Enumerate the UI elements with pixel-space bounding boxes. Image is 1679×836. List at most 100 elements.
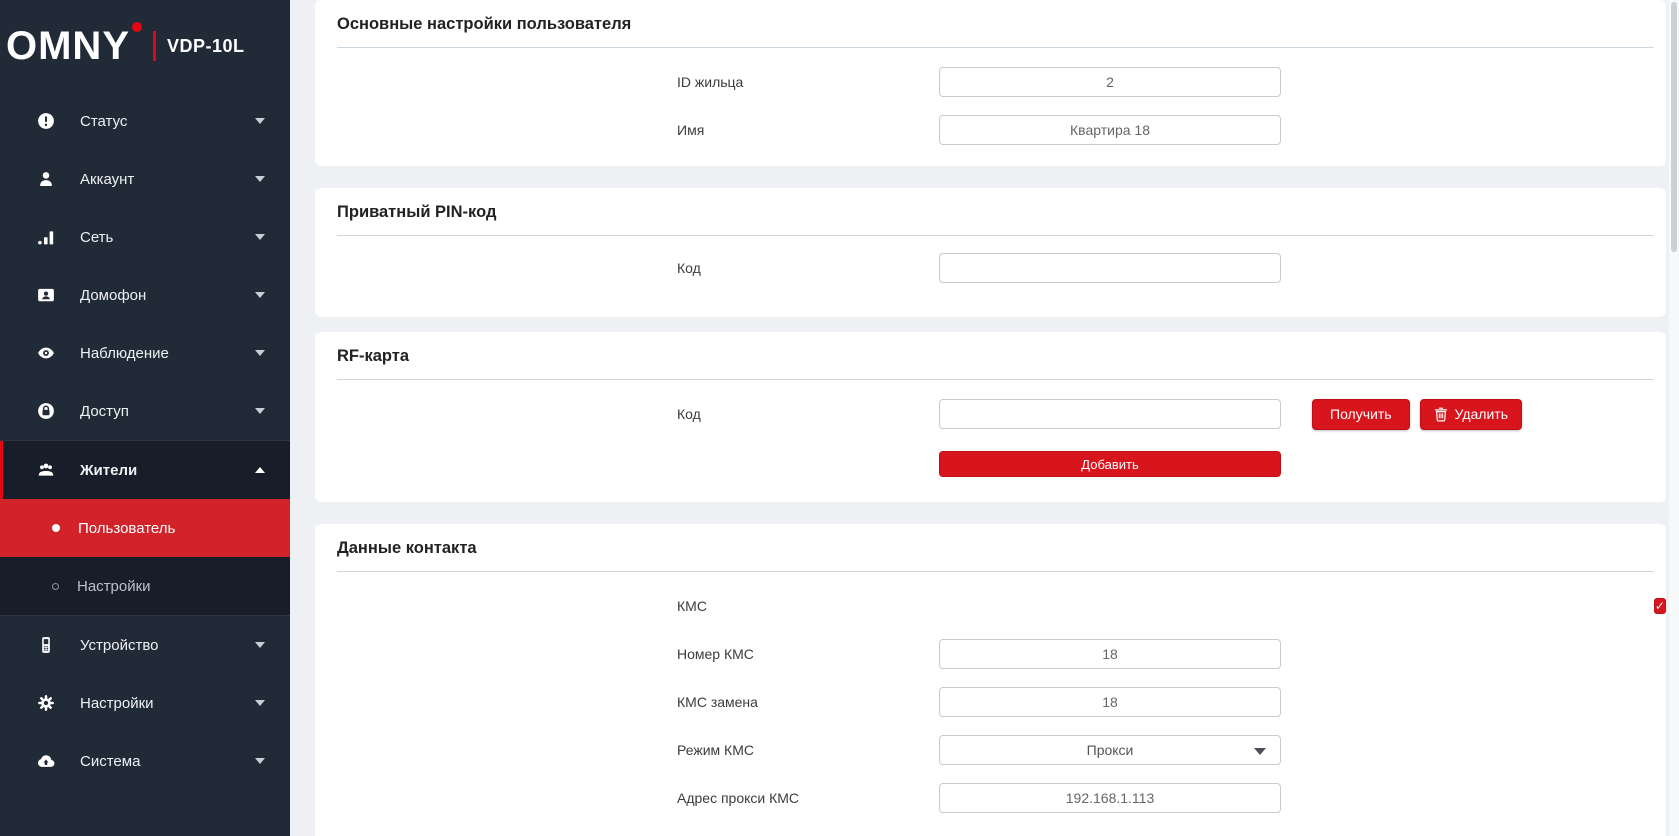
chevron-down-icon — [255, 700, 265, 706]
bullet-hollow-icon — [52, 583, 59, 590]
status-icon — [36, 111, 56, 131]
form-row-kms-proxy: Адрес прокси КМС — [315, 774, 1666, 822]
sidebar-item-status[interactable]: Статус — [0, 92, 290, 150]
resident-id-input[interactable] — [939, 67, 1281, 97]
form-row-rf-code: Код Получить Удалить — [315, 390, 1666, 438]
sidebar-item-settings[interactable]: Настройки — [0, 674, 290, 732]
delete-card-label: Удалить — [1455, 406, 1508, 422]
add-card-button[interactable]: Добавить — [939, 451, 1281, 477]
sidebar-item-device[interactable]: Устройство — [0, 616, 290, 674]
residents-icon — [36, 460, 56, 480]
form-row-kms-number: Номер КМС — [315, 630, 1666, 678]
sidebar-item-surveillance[interactable]: Наблюдение — [0, 324, 290, 382]
chevron-down-icon — [255, 176, 265, 182]
sidebar-item-label: Устройство — [80, 637, 158, 654]
sidebar-item-access[interactable]: Доступ — [0, 382, 290, 440]
field-label: Номер КМС — [677, 646, 939, 662]
sidebar-item-intercom[interactable]: Домофон — [0, 266, 290, 324]
trash-icon — [1434, 407, 1448, 422]
page-scrollbar[interactable] — [1669, 0, 1679, 836]
sidebar-item-residents[interactable]: Жители — [0, 441, 290, 499]
form-row-kms-replace: КМС замена — [315, 678, 1666, 726]
sidebar-item-label: Наблюдение — [80, 345, 169, 362]
kms-replace-input[interactable] — [939, 687, 1281, 717]
field-label: КМС — [677, 598, 867, 614]
brand-logo: OMNY VDP-10L — [0, 0, 290, 92]
chevron-down-icon — [255, 118, 265, 124]
field-label: КМС замена — [677, 694, 939, 710]
chevron-down-icon — [255, 642, 265, 648]
delete-card-button[interactable]: Удалить — [1420, 399, 1522, 430]
checkmark-icon: ✓ — [1655, 599, 1665, 613]
field-label: Режим КМС — [677, 742, 939, 758]
brand-red-dot-icon — [132, 22, 142, 32]
chevron-down-icon — [255, 292, 265, 298]
chevron-down-icon — [255, 234, 265, 240]
sidebar-subitem-label: Настройки — [77, 578, 151, 595]
form-row-pin-code: Код — [315, 244, 1666, 292]
system-cloud-icon — [36, 751, 56, 771]
sidebar-item-label: Статус — [80, 113, 127, 130]
kms-proxy-address-input[interactable] — [939, 783, 1281, 813]
form-row-name: Имя — [315, 106, 1666, 154]
get-card-button[interactable]: Получить — [1312, 399, 1410, 430]
sidebar-item-label: Аккаунт — [80, 171, 134, 188]
access-icon — [36, 401, 56, 421]
kms-mode-select[interactable]: Прокси — [939, 735, 1281, 765]
pin-code-input[interactable] — [939, 253, 1281, 283]
main-content: Основные настройки пользователя ID жильц… — [290, 0, 1679, 836]
intercom-icon — [36, 285, 56, 305]
brand-name-text: OMNY — [6, 24, 130, 68]
name-input[interactable] — [939, 115, 1281, 145]
sidebar-item-account[interactable]: Аккаунт — [0, 150, 290, 208]
sidebar: OMNY VDP-10L Статус Аккаунт Сеть — [0, 0, 290, 836]
section-contact-data: Данные контакта КМС ✓ Номер КМС КМС заме… — [315, 524, 1666, 836]
sidebar-group-residents: Жители Пользователь Настройки — [0, 440, 290, 616]
section-title: RF-карта — [315, 332, 1666, 379]
sidebar-subitem-user[interactable]: Пользователь — [0, 499, 290, 557]
bullet-filled-icon — [52, 524, 60, 532]
section-title: Основные настройки пользователя — [315, 0, 1666, 47]
kms-number-input[interactable] — [939, 639, 1281, 669]
form-row-kms-mode: Режим КМС Прокси — [315, 726, 1666, 774]
section-basic-settings: Основные настройки пользователя ID жильц… — [315, 0, 1666, 166]
field-label: Адрес прокси КМС — [677, 790, 939, 806]
section-title: Приватный PIN-код — [315, 188, 1666, 235]
chevron-down-icon — [255, 758, 265, 764]
sidebar-item-label: Система — [80, 753, 140, 770]
brand-model: VDP-10L — [167, 36, 245, 57]
surveillance-icon — [36, 343, 56, 363]
account-icon — [36, 169, 56, 189]
sidebar-subitem-settings[interactable]: Настройки — [0, 557, 290, 615]
field-label: Код — [677, 260, 939, 276]
sidebar-item-label: Домофон — [80, 287, 146, 304]
form-row-resident-id: ID жильца — [315, 58, 1666, 106]
brand-separator — [153, 31, 156, 61]
chevron-up-icon — [255, 467, 265, 473]
brand-name: OMNY — [6, 26, 138, 66]
section-title: Данные контакта — [315, 524, 1666, 571]
sidebar-item-label: Сеть — [80, 229, 113, 246]
section-private-pin: Приватный PIN-код Код — [315, 188, 1666, 317]
sidebar-item-network[interactable]: Сеть — [0, 208, 290, 266]
kms-mode-value: Прокси — [1087, 742, 1134, 758]
section-rf-card: RF-карта Код Получить Удалить Добавить — [315, 332, 1666, 502]
field-label: Имя — [677, 122, 939, 138]
network-icon — [36, 227, 56, 247]
field-label: ID жильца — [677, 74, 939, 90]
select-caret-icon — [1254, 748, 1266, 755]
form-row-kms: КМС ✓ — [315, 582, 1666, 630]
sidebar-subitem-label: Пользователь — [78, 520, 175, 537]
chevron-down-icon — [255, 408, 265, 414]
kms-checkbox[interactable]: ✓ — [1654, 598, 1666, 614]
sidebar-menu: Статус Аккаунт Сеть Домофон — [0, 92, 290, 790]
settings-gear-icon — [36, 693, 56, 713]
sidebar-item-system[interactable]: Система — [0, 732, 290, 790]
scrollbar-thumb[interactable] — [1671, 2, 1677, 252]
sidebar-item-label: Настройки — [80, 695, 154, 712]
chevron-down-icon — [255, 350, 265, 356]
sidebar-item-label: Доступ — [80, 403, 129, 420]
rf-code-input[interactable] — [939, 399, 1281, 429]
device-icon — [36, 635, 56, 655]
sidebar-item-label: Жители — [80, 462, 137, 479]
